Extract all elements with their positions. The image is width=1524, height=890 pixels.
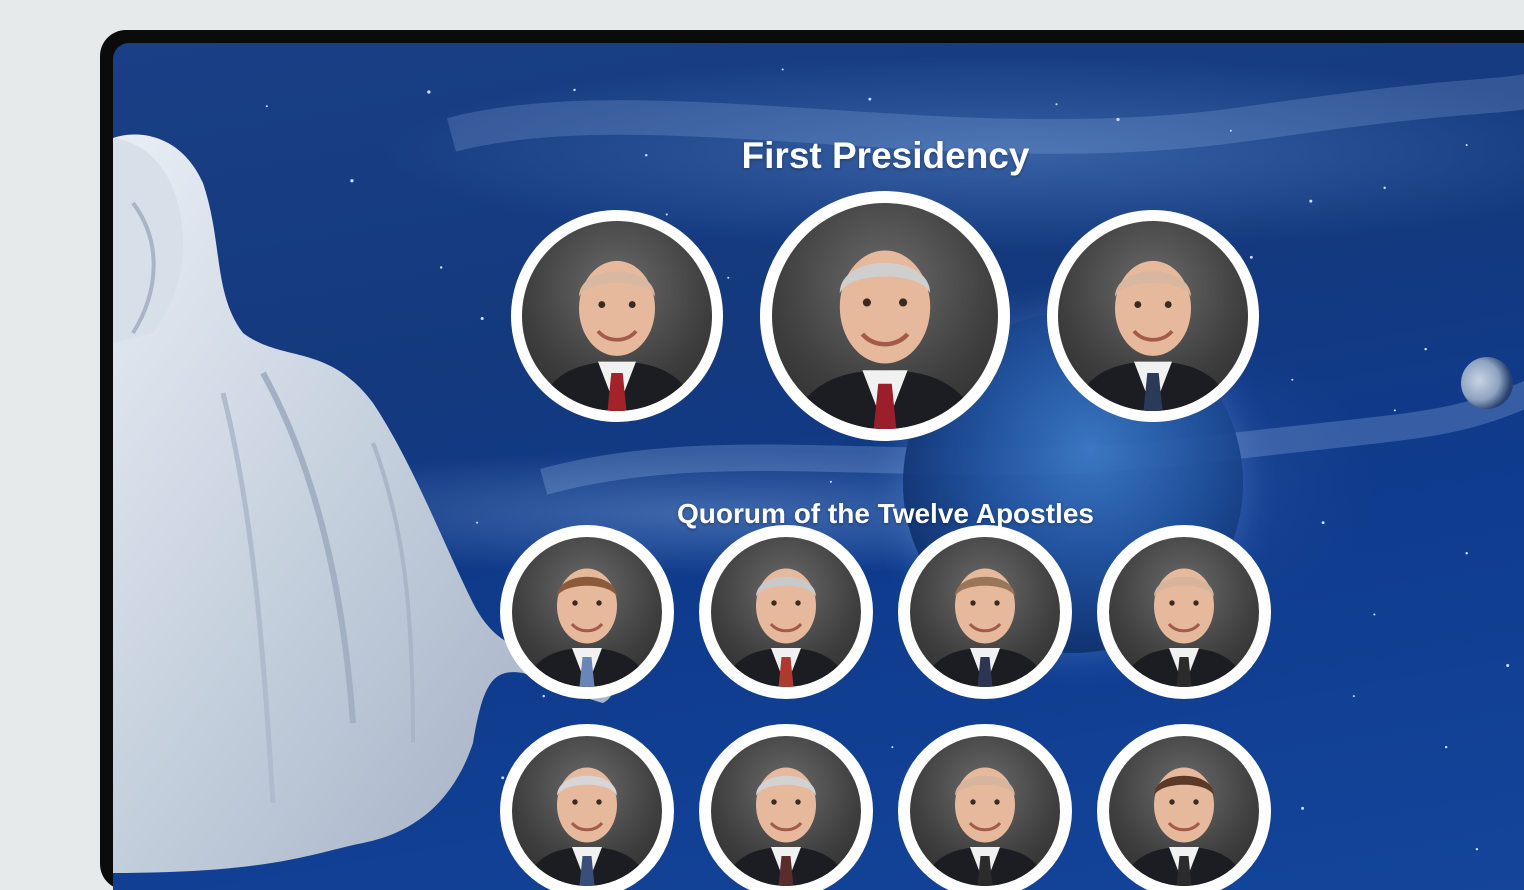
portrait-photo [711,537,861,687]
first-presidency-heading: First Presidency [741,135,1030,176]
portrait-apostle-4[interactable] [1097,525,1271,699]
portrait-apostle-6[interactable] [699,724,873,890]
portrait-apostle-8[interactable] [1097,724,1271,890]
device-frame: First Presidency Quorum of the Twelve Ap… [100,30,1524,890]
portrait-left-counselor[interactable] [511,210,723,422]
portrait-photo [910,537,1060,687]
portrait-apostle-7[interactable] [898,724,1072,890]
portrait-right-counselor[interactable] [1047,210,1259,422]
portrait-photo [910,736,1060,886]
portrait-photo [1109,537,1259,687]
portrait-apostle-5[interactable] [500,724,674,890]
portrait-photo [1109,736,1259,886]
moon [1461,357,1513,409]
screen: First Presidency Quorum of the Twelve Ap… [113,43,1524,890]
portrait-photo [711,736,861,886]
portrait-photo [512,537,662,687]
portrait-apostle-1[interactable] [500,525,674,699]
portrait-apostle-2[interactable] [699,525,873,699]
portrait-apostle-3[interactable] [898,525,1072,699]
portrait-photo [512,736,662,886]
portrait-photo [522,221,712,411]
quorum-heading: Quorum of the Twelve Apostles [677,498,1094,529]
portrait-photo [772,203,998,429]
portrait-photo [1058,221,1248,411]
portrait-president[interactable] [760,191,1010,441]
